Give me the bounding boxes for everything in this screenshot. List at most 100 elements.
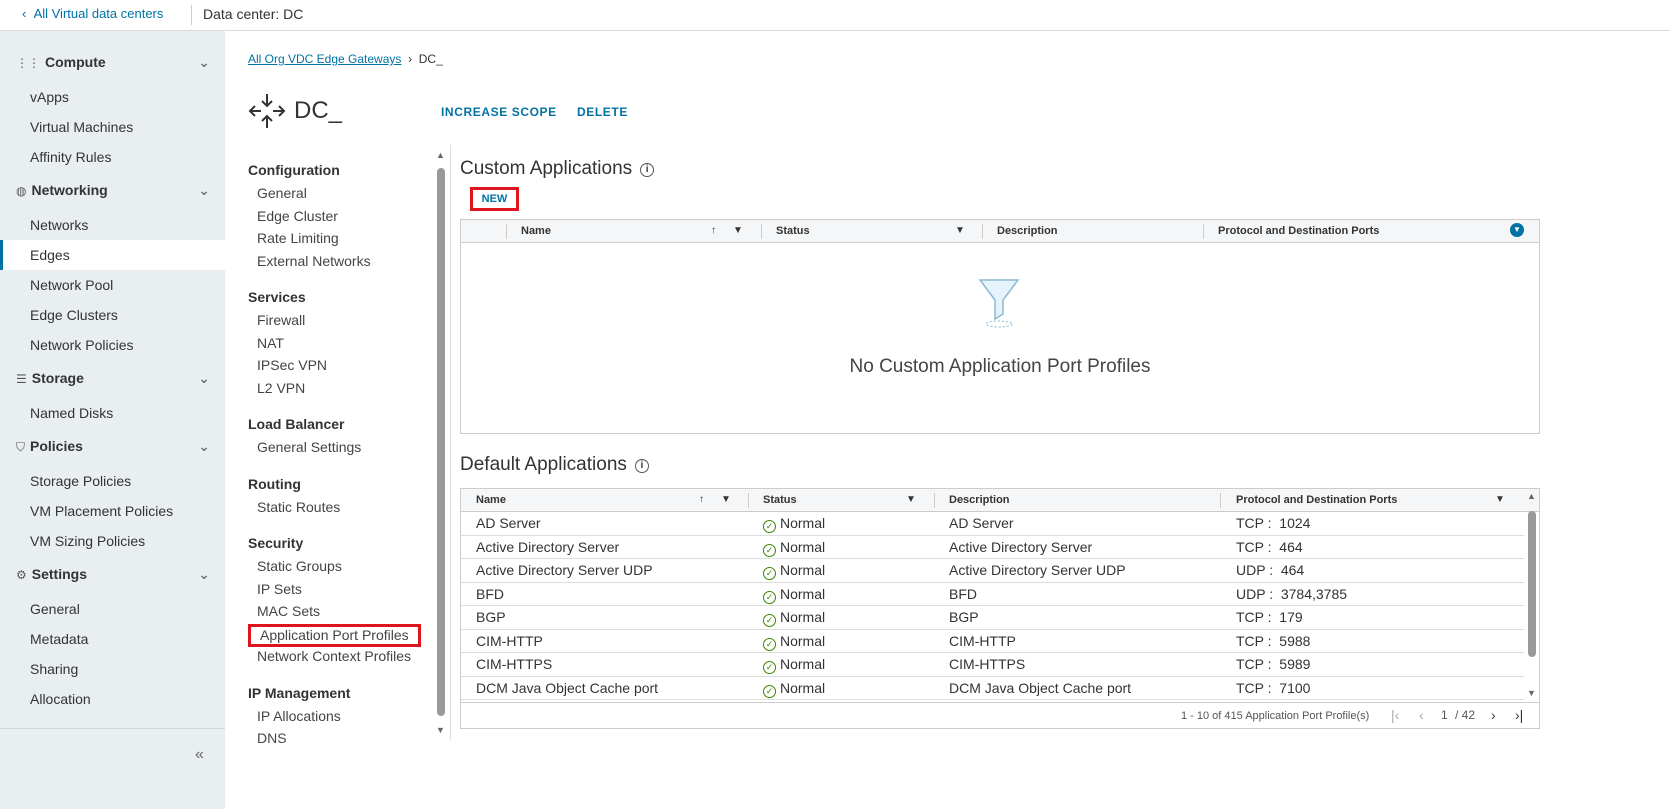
heading-text: Default Applications <box>460 454 627 475</box>
sort-asc-icon[interactable]: ↑ <box>711 225 716 236</box>
delete-button[interactable]: DELETE <box>577 105 628 119</box>
column-header-name[interactable]: Name <box>476 494 506 506</box>
filter-icon[interactable]: ▼ <box>733 225 743 236</box>
table-row[interactable]: CIM-HTTPS ✓ Normal CIM-HTTPS TCP : 5989 <box>461 653 1524 677</box>
sidebar-item-allocation[interactable]: Allocation <box>0 684 225 714</box>
sidebar-item-vm-placement-policies[interactable]: VM Placement Policies <box>0 496 225 526</box>
chevron-down-icon[interactable]: ⌄ <box>198 370 210 387</box>
table-row[interactable]: BFD ✓ Normal BFD UDP : 3784,3785 <box>461 583 1524 606</box>
info-icon[interactable]: i <box>640 163 655 177</box>
subnav-item-l2-vpn[interactable]: L2 VPN <box>257 380 305 396</box>
table-row[interactable]: BGP ✓ Normal BGP TCP : 179 <box>461 606 1524 630</box>
subnav-item-ipsec-vpn[interactable]: IPSec VPN <box>257 357 327 373</box>
column-header-name[interactable]: Name <box>521 225 551 237</box>
table-row[interactable]: AD Server ✓ Normal AD Server TCP : 1024 <box>461 512 1524 536</box>
subnav-item-nat[interactable]: NAT <box>257 335 284 351</box>
column-header-status[interactable]: Status <box>776 225 810 237</box>
filter-icon[interactable]: ▼ <box>1495 494 1505 505</box>
scroll-up-icon[interactable]: ▲ <box>1527 491 1536 501</box>
info-icon[interactable]: i <box>634 459 649 473</box>
table-row[interactable]: Active Directory Server UDP ✓ Normal Acti… <box>461 559 1524 583</box>
chevron-down-icon[interactable]: ⌄ <box>198 182 210 199</box>
subnav-item-mac-sets[interactable]: MAC Sets <box>257 603 320 619</box>
subnav-item-application-port-profiles[interactable]: Application Port Profiles <box>248 623 421 647</box>
subnav-item-edge-cluster[interactable]: Edge Cluster <box>257 208 338 224</box>
subnav-item-general[interactable]: General <box>257 185 307 201</box>
sidebar-item-network-policies[interactable]: Network Policies <box>0 330 225 360</box>
custom-applications-heading: Custom Applications i <box>460 158 655 180</box>
collapse-sidebar-icon[interactable]: « <box>195 746 204 764</box>
page-input[interactable]: 1 <box>1441 708 1448 722</box>
column-header-description[interactable]: Description <box>997 225 1058 237</box>
scroll-down-icon[interactable]: ▼ <box>436 725 445 735</box>
subnav-item-static-routes[interactable]: Static Routes <box>257 499 340 515</box>
subnav-item-ip-allocations[interactable]: IP Allocations <box>257 708 341 724</box>
subnav-item-static-groups[interactable]: Static Groups <box>257 558 342 574</box>
chevron-left-icon: ‹ <box>22 6 34 21</box>
subnav-item-rate-limiting[interactable]: Rate Limiting <box>257 230 339 246</box>
next-page-icon[interactable]: › <box>1491 707 1496 723</box>
sidebar-item-metadata[interactable]: Metadata <box>0 624 225 654</box>
column-header-status[interactable]: Status <box>763 494 797 506</box>
sidebar-item-networks[interactable]: Networks <box>0 210 225 240</box>
first-page-icon[interactable]: |‹ <box>1391 707 1399 723</box>
filter-icon[interactable]: ▼ <box>955 225 965 236</box>
sidebar-section-compute[interactable]: ⋮⋮ Compute ⌄ <box>16 54 216 70</box>
cell-ports: TCP : 1024 <box>1236 515 1311 531</box>
column-toggle-icon[interactable]: ▼ <box>1510 223 1524 237</box>
column-header-ports[interactable]: Protocol and Destination Ports <box>1218 225 1379 237</box>
grid-scrollbar[interactable]: ▲ ▼ <box>1527 491 1537 699</box>
subnav-group: Load Balancer <box>248 416 345 432</box>
table-row[interactable]: CIM-HTTP ✓ Normal CIM-HTTP TCP : 5988 <box>461 630 1524 653</box>
sidebar-item-network-pool[interactable]: Network Pool <box>0 270 225 300</box>
last-page-icon[interactable]: ›| <box>1515 707 1523 723</box>
scroll-thumb[interactable] <box>437 168 445 716</box>
sidebar-section-networking[interactable]: ◍ Networking ⌄ <box>16 182 216 198</box>
cell-status: ✓ Normal <box>763 586 825 604</box>
sort-asc-icon[interactable]: ↑ <box>699 494 704 505</box>
sidebar-item-vapps[interactable]: vApps <box>0 82 225 112</box>
scroll-down-icon[interactable]: ▼ <box>1527 688 1536 698</box>
sidebar-item-virtual-machines[interactable]: Virtual Machines <box>0 112 225 142</box>
chevron-down-icon[interactable]: ⌄ <box>198 54 210 71</box>
check-circle-icon: ✓ <box>763 567 776 580</box>
sidebar-item-affinity-rules[interactable]: Affinity Rules <box>0 142 225 172</box>
filter-icon[interactable]: ▼ <box>721 494 731 505</box>
chevron-down-icon[interactable]: ⌄ <box>198 566 210 583</box>
subnav-item-dns[interactable]: DNS <box>257 730 287 746</box>
increase-scope-button[interactable]: INCREASE SCOPE <box>441 105 557 119</box>
section-label: Networking <box>31 182 108 198</box>
table-row[interactable]: DCM Java Object Cache port ✓ Normal DCM J… <box>461 677 1524 700</box>
filter-icon[interactable]: ▼ <box>906 494 916 505</box>
subnav-item-general-settings[interactable]: General Settings <box>257 439 361 455</box>
sidebar-item-general[interactable]: General <box>0 594 225 624</box>
sidebar-item-sharing[interactable]: Sharing <box>0 654 225 684</box>
prev-page-icon[interactable]: ‹ <box>1419 707 1424 723</box>
scroll-up-icon[interactable]: ▲ <box>436 150 445 160</box>
subnav-item-ip-sets[interactable]: IP Sets <box>257 581 302 597</box>
section-label: Settings <box>31 566 87 582</box>
chevron-down-icon[interactable]: ⌄ <box>198 438 210 455</box>
cell-name: Active Directory Server <box>476 538 620 555</box>
pagination: 1 - 10 of 415 Application Port Profile(s… <box>461 702 1539 728</box>
check-circle-icon: ✓ <box>763 661 776 674</box>
column-header-description[interactable]: Description <box>949 494 1010 506</box>
sidebar-item-named-disks[interactable]: Named Disks <box>0 398 225 428</box>
scroll-thumb[interactable] <box>1528 511 1536 657</box>
back-link[interactable]: ‹ All Virtual data centers <box>22 6 163 21</box>
table-row[interactable]: Active Directory Server ✓ Normal Active D… <box>461 536 1524 559</box>
new-button[interactable]: NEW <box>470 187 519 211</box>
sidebar-item-edges[interactable]: Edges <box>0 240 225 270</box>
sidebar-section-storage[interactable]: ☰ Storage ⌄ <box>16 370 216 386</box>
sidebar-item-edge-clusters[interactable]: Edge Clusters <box>0 300 225 330</box>
subnav-item-external-networks[interactable]: External Networks <box>257 253 371 269</box>
subnav-item-network-context-profiles[interactable]: Network Context Profiles <box>257 648 411 664</box>
breadcrumb-parent[interactable]: All Org VDC Edge Gateways <box>248 52 401 66</box>
sidebar-section-settings[interactable]: ⚙ Settings ⌄ <box>16 566 216 582</box>
sidebar-item-storage-policies[interactable]: Storage Policies <box>0 466 225 496</box>
column-header-ports[interactable]: Protocol and Destination Ports <box>1236 494 1397 506</box>
subnav-scrollbar[interactable]: ▲ ▼ <box>436 150 446 735</box>
sidebar-section-policies[interactable]: ⛉ Policies ⌄ <box>16 438 216 455</box>
sidebar-item-vm-sizing-policies[interactable]: VM Sizing Policies <box>0 526 225 556</box>
subnav-item-firewall[interactable]: Firewall <box>257 312 305 328</box>
